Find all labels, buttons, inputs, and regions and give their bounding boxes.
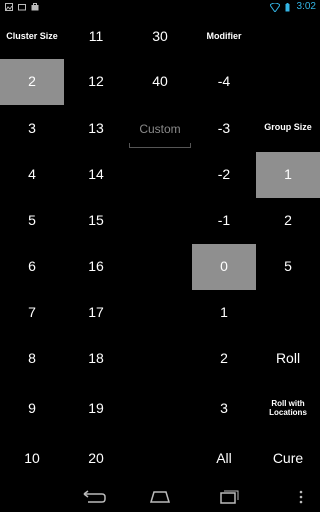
modifier-minus4-button[interactable]: -4 (192, 59, 256, 105)
cluster-9-button[interactable]: 9 (0, 386, 64, 432)
back-icon[interactable] (78, 489, 108, 505)
cluster-11-button[interactable]: 11 (64, 14, 128, 60)
navigation-bar (0, 482, 320, 512)
modifier-2-button[interactable]: 2 (192, 336, 256, 382)
recent-apps-icon[interactable] (213, 489, 243, 505)
cluster-18-button[interactable]: 18 (64, 336, 128, 382)
custom-size-input[interactable]: Custom (129, 108, 191, 150)
cluster-7-button[interactable]: 7 (0, 290, 64, 336)
modifier-3-button[interactable]: 3 (192, 386, 256, 432)
cluster-14-button[interactable]: 14 (64, 152, 128, 198)
cluster-6-button[interactable]: 6 (0, 244, 64, 290)
cluster-40-button[interactable]: 40 (128, 59, 192, 105)
custom-input-underline (129, 147, 191, 148)
roll-with-locations-button[interactable]: Roll with Locations (256, 386, 320, 432)
cluster-2-button[interactable]: 2 (0, 59, 64, 105)
custom-input-tick-right (190, 143, 191, 148)
cluster-17-button[interactable]: 17 (64, 290, 128, 336)
battery-icon (285, 3, 290, 12)
cluster-30-button[interactable]: 30 (128, 14, 192, 60)
wifi-icon (270, 3, 280, 12)
cure-button[interactable]: Cure (256, 436, 320, 482)
home-icon[interactable] (145, 489, 175, 505)
modifier-minus2-button[interactable]: -2 (192, 152, 256, 198)
cluster-4-button[interactable]: 4 (0, 152, 64, 198)
modifier-header: Modifier (206, 31, 242, 42)
briefcase-notification-icon (31, 3, 39, 11)
modifier-0-button[interactable]: 0 (192, 244, 256, 290)
cluster-20-button[interactable]: 20 (64, 436, 128, 482)
cluster-13-button[interactable]: 13 (64, 106, 128, 152)
cluster-8-button[interactable]: 8 (0, 336, 64, 382)
group-size-header: Group Size (264, 122, 312, 133)
image-notification-icon (5, 3, 13, 11)
cluster-16-button[interactable]: 16 (64, 244, 128, 290)
roll-button[interactable]: Roll (256, 336, 320, 382)
modifier-1-button[interactable]: 1 (192, 290, 256, 336)
modifier-all-button[interactable]: All (192, 436, 256, 482)
overflow-menu-icon[interactable] (296, 489, 306, 505)
gallery-notification-icon (18, 4, 26, 11)
status-bar: 3:02 (0, 0, 320, 14)
modifier-minus3-button[interactable]: -3 (192, 106, 256, 152)
group-1-button[interactable]: 1 (256, 152, 320, 198)
cluster-10-button[interactable]: 10 (0, 436, 64, 482)
cluster-5-button[interactable]: 5 (0, 198, 64, 244)
modifier-minus1-button[interactable]: -1 (192, 198, 256, 244)
cluster-size-header: Cluster Size (6, 31, 58, 42)
group-5-button[interactable]: 5 (256, 244, 320, 290)
clock: 3:02 (296, 1, 316, 12)
cluster-19-button[interactable]: 19 (64, 386, 128, 432)
cluster-15-button[interactable]: 15 (64, 198, 128, 244)
cluster-12-button[interactable]: 12 (64, 59, 128, 105)
custom-input-tick-left (129, 143, 130, 148)
cluster-3-button[interactable]: 3 (0, 106, 64, 152)
group-2-button[interactable]: 2 (256, 198, 320, 244)
